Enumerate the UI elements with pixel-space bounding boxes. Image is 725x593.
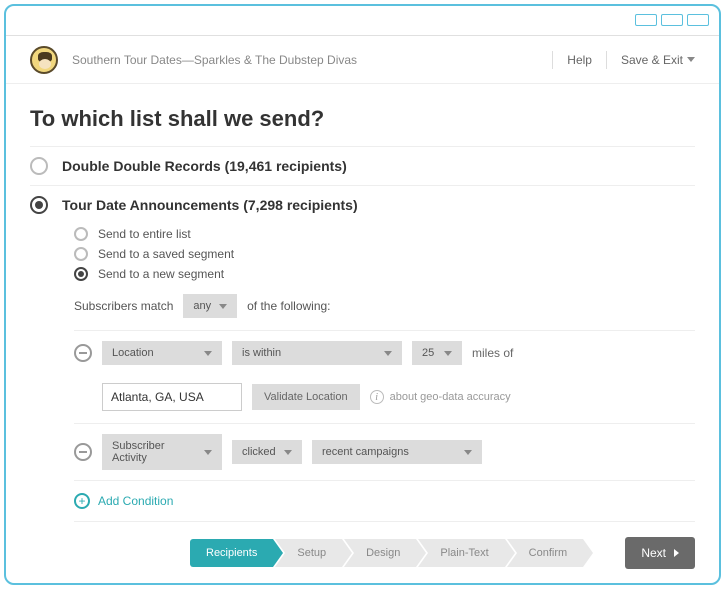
divider: [552, 51, 553, 69]
window-button-max[interactable]: [661, 14, 683, 26]
match-prefix: Subscribers match: [74, 299, 173, 313]
condition-target-dropdown[interactable]: recent campaigns: [312, 440, 482, 464]
divider: [606, 51, 607, 69]
step-recipients[interactable]: Recipients: [190, 539, 273, 567]
match-suffix: of the following:: [247, 299, 330, 313]
radio-selected-icon: [30, 196, 48, 214]
segment-option-new[interactable]: Send to a new segment: [74, 264, 695, 284]
list-option-tda[interactable]: Tour Date Announcements (7,298 recipient…: [30, 186, 695, 224]
radio-selected-icon: [74, 267, 88, 281]
help-link[interactable]: Help: [567, 53, 592, 67]
app-header: Southern Tour Dates—Sparkles & The Dubst…: [6, 36, 719, 84]
plus-icon: +: [74, 493, 90, 509]
chevron-down-icon: [444, 351, 452, 356]
save-exit-label: Save & Exit: [621, 53, 683, 67]
browser-chrome: [6, 6, 719, 36]
match-row: Subscribers match any of the following:: [74, 294, 695, 318]
window-button-min[interactable]: [635, 14, 657, 26]
wizard-steps: Recipients Setup Design Plain-Text Confi…: [190, 539, 585, 567]
step-design[interactable]: Design: [344, 539, 416, 567]
remove-condition-icon[interactable]: [74, 443, 92, 461]
chevron-down-icon: [464, 450, 472, 455]
next-button[interactable]: Next: [625, 537, 695, 569]
condition-field-dropdown[interactable]: Subscriber Activity: [102, 434, 222, 470]
step-plain-text[interactable]: Plain-Text: [418, 539, 504, 567]
condition-operator-dropdown[interactable]: is within: [232, 341, 402, 365]
condition-row-activity: Subscriber Activity clicked recent campa…: [74, 423, 695, 480]
segment-option-saved[interactable]: Send to a saved segment: [74, 244, 695, 264]
list-option-ddr[interactable]: Double Double Records (19,461 recipients…: [30, 147, 695, 185]
remove-condition-icon[interactable]: [74, 344, 92, 362]
add-condition-label: Add Condition: [98, 494, 173, 508]
segment-option-label: Send to a new segment: [98, 267, 224, 281]
list-label: Double Double Records (19,461 recipients…: [62, 158, 347, 174]
radio-icon: [30, 157, 48, 175]
campaign-title: Southern Tour Dates—Sparkles & The Dubst…: [72, 53, 357, 67]
save-exit-menu[interactable]: Save & Exit: [621, 53, 695, 67]
chevron-down-icon: [204, 450, 212, 455]
chevron-right-icon: [674, 549, 679, 557]
step-confirm[interactable]: Confirm: [507, 539, 584, 567]
step-setup[interactable]: Setup: [275, 539, 342, 567]
miles-of-label: miles of: [472, 346, 513, 360]
match-mode-dropdown[interactable]: any: [183, 294, 237, 318]
chevron-down-icon: [687, 57, 695, 62]
segment-option-entire[interactable]: Send to entire list: [74, 224, 695, 244]
window-button-close[interactable]: [687, 14, 709, 26]
segment-option-label: Send to a saved segment: [98, 247, 234, 261]
location-input[interactable]: [102, 383, 242, 411]
info-icon: i: [370, 390, 384, 404]
condition-field-dropdown[interactable]: Location: [102, 341, 222, 365]
radio-icon: [74, 247, 88, 261]
condition-distance-dropdown[interactable]: 25: [412, 341, 462, 365]
page-title: To which list shall we send?: [30, 106, 695, 132]
add-condition-button[interactable]: + Add Condition: [74, 480, 695, 521]
mailchimp-logo-icon: [30, 46, 58, 74]
chevron-down-icon: [384, 351, 392, 356]
list-label: Tour Date Announcements (7,298 recipient…: [62, 197, 358, 213]
chevron-down-icon: [284, 450, 292, 455]
radio-icon: [74, 227, 88, 241]
chevron-down-icon: [204, 351, 212, 356]
geo-info-link[interactable]: i about geo-data accuracy: [370, 390, 511, 404]
condition-row-location: Location is within 25 miles of: [74, 330, 695, 375]
condition-operator-dropdown[interactable]: clicked: [232, 440, 302, 464]
chevron-down-icon: [219, 304, 227, 309]
validate-location-button[interactable]: Validate Location: [252, 384, 360, 410]
segment-option-label: Send to entire list: [98, 227, 191, 241]
